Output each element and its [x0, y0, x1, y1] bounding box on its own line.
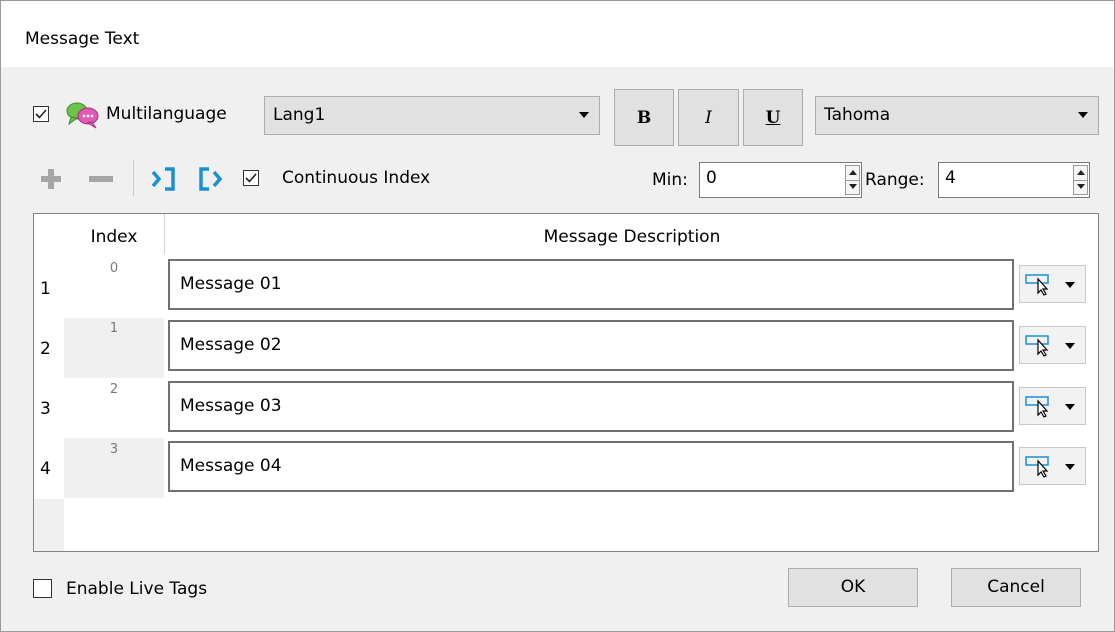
- underline-button[interactable]: U: [743, 89, 803, 146]
- bold-button[interactable]: B: [614, 89, 674, 146]
- index-cell: 2: [109, 382, 119, 397]
- chevron-down-icon: [1065, 464, 1075, 470]
- arrow-up-icon: [849, 170, 857, 175]
- range-spinbox[interactable]: 4: [938, 162, 1090, 198]
- tag-cursor-icon: [1025, 274, 1049, 296]
- empty-row-header: [34, 499, 64, 551]
- index-cell: 0: [109, 261, 119, 276]
- italic-button[interactable]: I: [678, 89, 739, 146]
- insert-bracket-left-icon[interactable]: [196, 165, 228, 198]
- tag-picker-button[interactable]: [1019, 387, 1086, 425]
- cancel-button[interactable]: Cancel: [951, 568, 1081, 607]
- range-label: Range:: [865, 170, 925, 190]
- min-spinner-buttons[interactable]: [845, 165, 860, 195]
- index-cell: 1: [109, 321, 119, 336]
- tag-cursor-icon: [1025, 396, 1049, 418]
- arrow-down-icon: [849, 184, 857, 189]
- message-grid: Index Message Description 1 0 Message 01…: [33, 213, 1099, 552]
- row-number: 4: [40, 459, 51, 479]
- row-number: 2: [40, 339, 51, 359]
- chevron-down-icon: [1078, 112, 1088, 118]
- arrow-up-icon: [1077, 170, 1085, 175]
- checkmark-icon: [245, 173, 257, 183]
- font-select[interactable]: Tahoma: [815, 96, 1099, 135]
- tag-picker-button[interactable]: [1019, 447, 1086, 485]
- remove-row-icon[interactable]: [88, 168, 114, 195]
- message-input[interactable]: Message 02: [168, 320, 1014, 371]
- font-select-value: Tahoma: [824, 105, 891, 125]
- tag-cursor-icon: [1025, 335, 1049, 357]
- description-column-header[interactable]: Message Description: [164, 214, 1098, 254]
- min-value: 0: [706, 168, 717, 188]
- message-text: Message 02: [180, 335, 282, 355]
- chevron-down-icon: [1065, 343, 1075, 349]
- tag-picker-button[interactable]: [1019, 265, 1086, 303]
- index-column-header[interactable]: Index: [64, 214, 164, 254]
- arrow-down-icon: [1077, 184, 1085, 189]
- multilanguage-checkbox[interactable]: [33, 106, 49, 122]
- insert-bracket-right-icon[interactable]: [148, 165, 180, 198]
- message-text: Message 03: [180, 396, 282, 416]
- message-text: Message 01: [180, 274, 282, 294]
- language-select[interactable]: Lang1: [264, 96, 600, 135]
- range-spinner-buttons[interactable]: [1073, 165, 1088, 195]
- tag-picker-button[interactable]: [1019, 326, 1086, 364]
- index-cell: 3: [109, 442, 119, 457]
- continuous-index-label: Continuous Index: [282, 168, 431, 188]
- enable-live-tags-checkbox[interactable]: [33, 579, 52, 598]
- checkmark-icon: [35, 109, 47, 119]
- ok-button[interactable]: OK: [788, 568, 918, 607]
- title-bar: Message Text: [0, 0, 1115, 68]
- speech-bubble-icon: [66, 100, 102, 135]
- chevron-down-icon: [1065, 404, 1075, 410]
- message-input[interactable]: Message 01: [168, 259, 1014, 310]
- window-title: Message Text: [25, 29, 140, 49]
- enable-live-tags-label: Enable Live Tags: [66, 579, 208, 599]
- row-number: 1: [40, 279, 51, 299]
- row-number: 3: [40, 399, 51, 419]
- language-select-value: Lang1: [273, 105, 326, 125]
- add-row-icon[interactable]: [40, 168, 62, 195]
- multilanguage-label: Multilanguage: [106, 104, 227, 124]
- min-label: Min:: [652, 170, 688, 190]
- message-text: Message 04: [180, 456, 282, 476]
- chevron-down-icon: [579, 112, 589, 118]
- range-value: 4: [945, 168, 956, 188]
- continuous-index-checkbox[interactable]: [243, 170, 259, 186]
- chevron-down-icon: [1065, 282, 1075, 288]
- message-input[interactable]: Message 04: [168, 441, 1014, 492]
- message-input[interactable]: Message 03: [168, 381, 1014, 432]
- tag-cursor-icon: [1025, 456, 1049, 478]
- min-spinbox[interactable]: 0: [699, 162, 862, 198]
- toolbar-separator: [133, 160, 134, 196]
